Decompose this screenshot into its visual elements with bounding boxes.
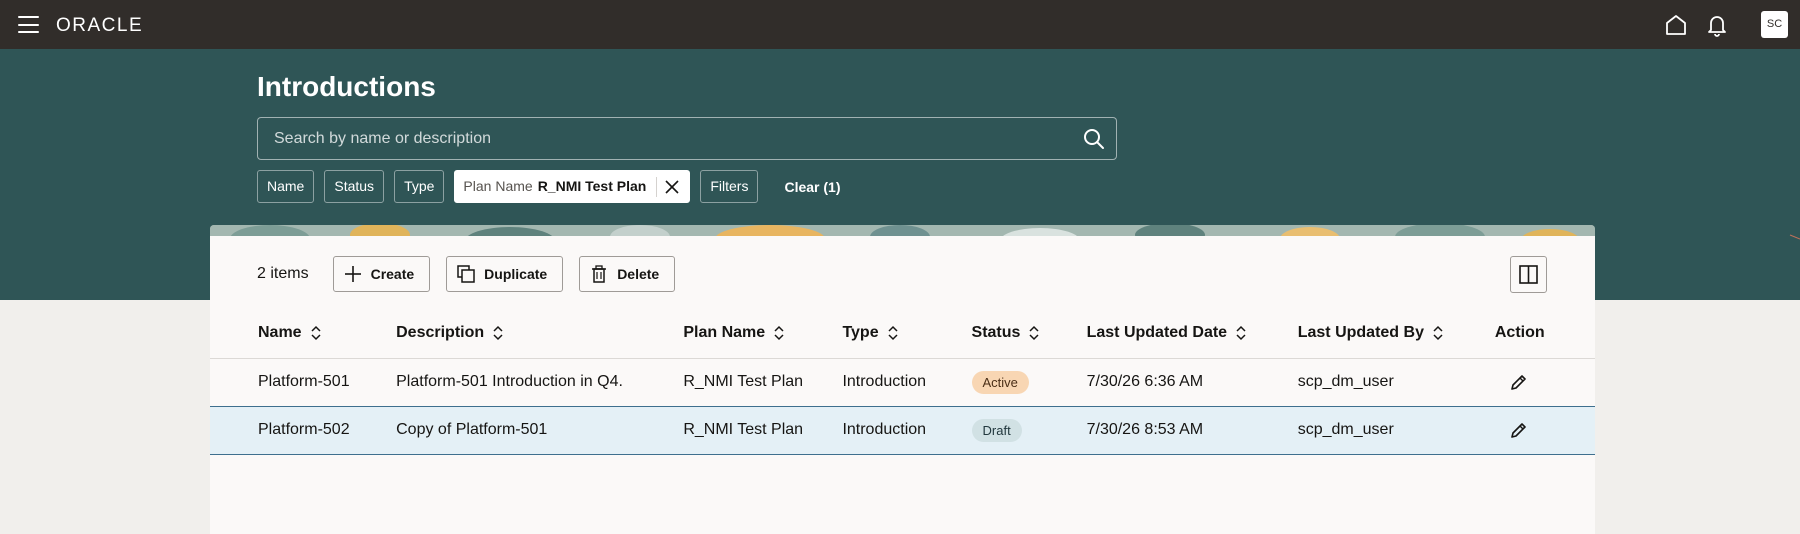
edit-pencil-icon[interactable] — [1509, 420, 1529, 440]
cell-action — [1495, 358, 1595, 406]
filter-chip-type[interactable]: Type — [394, 170, 445, 203]
filter-chips: Name Status Type Plan Name R_NMI Test Pl… — [257, 170, 841, 203]
toolbar: 2 items Create Duplicate Delete — [257, 256, 691, 292]
plus-icon — [344, 266, 361, 282]
top-bar: ORACLE SC — [0, 0, 1800, 49]
sort-icon[interactable] — [310, 325, 322, 341]
edit-pencil-icon[interactable] — [1509, 372, 1529, 392]
cell-plan-name: R_NMI Test Plan — [683, 373, 804, 390]
cell-description: Copy of Platform-501 — [396, 421, 548, 438]
column-header-plan-name[interactable]: Plan Name — [683, 308, 842, 358]
chip-divider — [656, 176, 658, 197]
create-button[interactable]: Create — [332, 256, 431, 292]
column-header-status[interactable]: Status — [972, 308, 1087, 358]
status-badge: Draft — [971, 418, 1022, 442]
duplicate-label: Duplicate — [484, 266, 548, 282]
panel-toggle-icon — [1519, 265, 1538, 284]
sort-icon[interactable] — [887, 325, 899, 341]
column-layout-button[interactable] — [1510, 256, 1547, 293]
search-box — [257, 117, 1117, 160]
sort-icon[interactable] — [1028, 325, 1040, 341]
column-header-last-updated-date[interactable]: Last Updated Date — [1087, 308, 1298, 358]
cell-last-updated-by: scp_dm_user — [1297, 421, 1394, 438]
cell-name: Platform-501 — [258, 373, 350, 390]
filter-chip-label: Plan Name — [463, 178, 533, 194]
filter-chip-status[interactable]: Status — [324, 170, 385, 203]
column-header-type[interactable]: Type — [842, 308, 971, 358]
results-card: 2 items Create Duplicate Delete Name Des… — [210, 236, 1595, 534]
hamburger-menu-icon[interactable] — [18, 16, 39, 33]
cell-description: Platform-501 Introduction in Q4. — [396, 373, 623, 390]
close-icon[interactable] — [663, 178, 681, 196]
introductions-table: Name Description Plan Name Type Status L… — [210, 308, 1595, 455]
search-input[interactable] — [274, 118, 1054, 159]
cell-last-updated-date: 7/30/26 6:36 AM — [1086, 373, 1204, 390]
cell-last-updated-by: scp_dm_user — [1297, 373, 1394, 390]
column-header-description[interactable]: Description — [396, 308, 683, 358]
cell-action — [1495, 406, 1595, 454]
cell-plan-name: R_NMI Test Plan — [683, 421, 804, 438]
item-count: 2 items — [257, 265, 309, 282]
filter-chip-name[interactable]: Name — [257, 170, 315, 203]
clear-filters-button[interactable]: Clear (1) — [784, 179, 840, 195]
table-row[interactable]: Platform-502 Copy of Platform-501 R_NMI … — [210, 406, 1595, 454]
search-icon[interactable] — [1082, 127, 1106, 151]
filter-chip-value: R_NMI Test Plan — [537, 178, 647, 194]
page-title: Introductions — [257, 71, 436, 102]
column-header-last-updated-by[interactable]: Last Updated By — [1298, 308, 1495, 358]
cell-last-updated-date: 7/30/26 8:53 AM — [1086, 421, 1204, 438]
create-label: Create — [370, 266, 415, 282]
filters-button[interactable]: Filters — [700, 170, 759, 203]
trash-icon — [592, 265, 607, 283]
cell-status: Draft — [971, 406, 1087, 454]
column-header-action: Action — [1494, 323, 1545, 341]
sort-icon[interactable] — [773, 325, 785, 341]
delete-button[interactable]: Delete — [579, 256, 676, 292]
sort-icon[interactable] — [492, 325, 504, 341]
cell-name: Platform-502 — [258, 421, 350, 438]
sort-icon[interactable] — [1235, 325, 1247, 341]
cell-type: Introduction — [842, 373, 927, 390]
cell-status: Active — [971, 358, 1087, 406]
table-row[interactable]: Platform-501 Platform-501 Introduction i… — [210, 358, 1595, 406]
filter-chip-plan-name[interactable]: Plan Name R_NMI Test Plan — [454, 170, 691, 203]
duplicate-icon — [457, 265, 475, 283]
table-header-row: Name Description Plan Name Type Status L… — [210, 308, 1595, 358]
oracle-logo: ORACLE — [56, 15, 144, 36]
bell-icon[interactable] — [1704, 12, 1730, 38]
user-avatar[interactable]: SC — [1761, 11, 1788, 38]
home-icon[interactable] — [1663, 12, 1689, 38]
column-header-name[interactable]: Name — [210, 308, 396, 358]
duplicate-button[interactable]: Duplicate — [446, 256, 564, 292]
sort-icon[interactable] — [1432, 325, 1444, 341]
status-badge: Active — [971, 370, 1029, 394]
delete-label: Delete — [617, 266, 660, 282]
cell-type: Introduction — [842, 421, 927, 438]
